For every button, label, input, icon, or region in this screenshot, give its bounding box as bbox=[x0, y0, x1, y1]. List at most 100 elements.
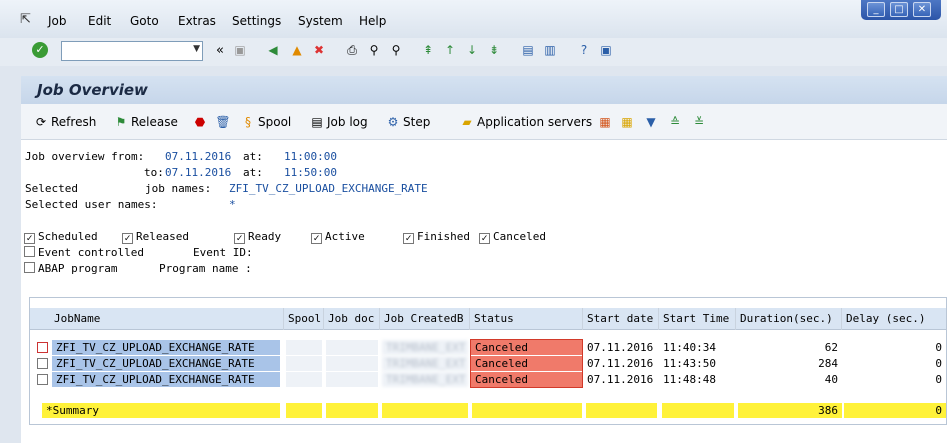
step-button[interactable]: ⚙ Step bbox=[385, 115, 431, 131]
from-label: Job overview from: bbox=[25, 150, 145, 163]
table-cell-created-by: TRIMBANE_EXT bbox=[382, 340, 468, 355]
job-names-label: job names: bbox=[145, 182, 212, 195]
spool-button[interactable]: § Spool bbox=[240, 115, 291, 131]
checkbox-icon: ✓ bbox=[24, 233, 35, 244]
delete-icon[interactable]: 🗑 bbox=[215, 115, 231, 131]
next-page-icon[interactable]: ↓ bbox=[464, 43, 480, 58]
filter-event-controlled[interactable]: Event controlled bbox=[24, 246, 144, 259]
column-header-job-doc[interactable]: Job doc bbox=[324, 308, 380, 330]
filter-released[interactable]: ✓ Released bbox=[122, 230, 189, 244]
refresh-icon: ⟳ bbox=[35, 115, 47, 129]
filter-ready[interactable]: ✓ Ready bbox=[234, 230, 281, 244]
column-header-created-by[interactable]: Job CreatedB bbox=[380, 308, 470, 330]
table-cell-duration: 284 bbox=[818, 357, 838, 370]
sort-ascending-icon[interactable]: ≙ bbox=[667, 115, 683, 131]
release-button[interactable]: ⚑ Release bbox=[113, 115, 178, 131]
checkbox-icon bbox=[24, 262, 35, 273]
save-icon[interactable]: ▣ bbox=[232, 43, 248, 58]
maximize-button[interactable]: □ bbox=[890, 2, 908, 17]
at-label-1: at: bbox=[243, 150, 263, 163]
window-controls: _ □ ✕ bbox=[861, 0, 941, 20]
back-arrows-icon[interactable]: « bbox=[212, 43, 228, 58]
table-cell-status: Canceled bbox=[471, 356, 582, 371]
table-cell-start-date: 07.11.2016 bbox=[587, 341, 654, 354]
table-cell-spool bbox=[286, 340, 322, 355]
table-cell-jobname[interactable]: ZFI_TV_CZ_UPLOAD_EXCHANGE_RATE bbox=[52, 340, 280, 355]
print-icon[interactable]: ⎙ bbox=[344, 43, 360, 58]
chevron-down-icon[interactable]: ▼ bbox=[193, 44, 200, 54]
row-select-checkbox[interactable] bbox=[37, 342, 48, 353]
layout-icon[interactable]: ▦ bbox=[597, 115, 613, 131]
command-field[interactable]: ▼ bbox=[61, 41, 203, 61]
from-time: 11:00:00 bbox=[284, 150, 337, 163]
column-header-start-time[interactable]: Start Time bbox=[659, 308, 736, 330]
job-log-button[interactable]: ▤ Job log bbox=[309, 115, 367, 131]
filter-scheduled[interactable]: ✓ Scheduled bbox=[24, 230, 98, 244]
find-next-icon[interactable]: ⚲ bbox=[388, 43, 404, 58]
menu-goto[interactable]: Goto bbox=[130, 14, 159, 28]
job-log-icon: ▤ bbox=[311, 115, 323, 129]
application-servers-button[interactable]: ▰ Application servers bbox=[459, 115, 592, 131]
close-button[interactable]: ✕ bbox=[913, 2, 931, 17]
menu-job[interactable]: Job bbox=[48, 14, 67, 28]
row-select-checkbox[interactable] bbox=[37, 374, 48, 385]
column-header-spool[interactable]: Spool bbox=[284, 308, 324, 330]
column-header-status[interactable]: Status bbox=[470, 308, 583, 330]
row-select-checkbox[interactable] bbox=[37, 358, 48, 369]
sort-descending-icon[interactable]: ≚ bbox=[691, 115, 707, 131]
table-cell-spool bbox=[286, 372, 322, 387]
table-cell-start-date: 07.11.2016 bbox=[587, 373, 654, 386]
grid-icon[interactable]: ▦ bbox=[619, 115, 635, 131]
from-date: 07.11.2016 bbox=[165, 150, 232, 163]
table-cell-spool bbox=[286, 356, 322, 371]
table-cell-start-date: 07.11.2016 bbox=[587, 357, 654, 370]
summary-cell bbox=[326, 403, 378, 418]
table-cell-start-time: 11:43:50 bbox=[663, 357, 716, 370]
filter-active[interactable]: ✓ Active bbox=[311, 230, 365, 244]
checkbox-icon: ✓ bbox=[234, 233, 245, 244]
previous-page-icon[interactable]: ↑ bbox=[442, 43, 458, 58]
table-cell-jobname[interactable]: ZFI_TV_CZ_UPLOAD_EXCHANGE_RATE bbox=[52, 372, 280, 387]
column-header-delay[interactable]: Delay (sec.) bbox=[842, 308, 946, 330]
exit-icon[interactable]: ▲ bbox=[289, 43, 305, 58]
menu-extras[interactable]: Extras bbox=[178, 14, 216, 28]
menu-help[interactable]: Help bbox=[359, 14, 386, 28]
table-cell-delay: 0 bbox=[935, 341, 942, 354]
help-icon[interactable]: ? bbox=[576, 43, 592, 58]
table-cell-delay: 0 bbox=[935, 357, 942, 370]
enter-checkmark-icon[interactable]: ✓ bbox=[32, 42, 48, 58]
table-cell-jobname[interactable]: ZFI_TV_CZ_UPLOAD_EXCHANGE_RATE bbox=[52, 356, 280, 371]
checkbox-icon: ✓ bbox=[311, 233, 322, 244]
column-header-start-date[interactable]: Start date bbox=[583, 308, 659, 330]
system-menu-icon[interactable]: ⇱ bbox=[20, 12, 36, 27]
filter-abap-program[interactable]: ABAP program bbox=[24, 262, 117, 275]
standard-toolbar: ✓ ▼ « ▣ ◀ ▲ ✖ ⎙ ⚲ ⚲ ⇞ ↑ ↓ ⇟ ▤ ▥ ? ▣ bbox=[0, 38, 947, 66]
shortcut-icon[interactable]: ▥ bbox=[542, 43, 558, 58]
table-cell-created-by: TRIMBANE_EXT bbox=[382, 356, 468, 371]
menu-system[interactable]: System bbox=[298, 14, 343, 28]
to-date: 07.11.2016 bbox=[165, 166, 232, 179]
layout-menu-icon[interactable]: ▣ bbox=[598, 43, 614, 58]
menu-edit[interactable]: Edit bbox=[88, 14, 111, 28]
column-header-jobname[interactable]: JobName bbox=[30, 308, 284, 330]
column-header-duration[interactable]: Duration(sec.) bbox=[736, 308, 842, 330]
last-page-icon[interactable]: ⇟ bbox=[486, 43, 502, 58]
first-page-icon[interactable]: ⇞ bbox=[420, 43, 436, 58]
menu-settings[interactable]: Settings bbox=[232, 14, 281, 28]
stop-icon[interactable]: ⬣ bbox=[192, 115, 208, 131]
event-id-label: Event ID: bbox=[193, 246, 253, 259]
back-icon[interactable]: ◀ bbox=[265, 43, 281, 58]
step-icon: ⚙ bbox=[387, 115, 399, 129]
table-cell-delay: 0 bbox=[935, 373, 942, 386]
filter-finished[interactable]: ✓ Finished bbox=[403, 230, 470, 244]
main-content: Job Overview ⟳ Refresh ⚑ Release ⬣ 🗑 § Spoo… bbox=[21, 76, 947, 443]
minimize-button[interactable]: _ bbox=[867, 2, 885, 17]
find-icon[interactable]: ⚲ bbox=[366, 43, 382, 58]
filter-icon[interactable]: ▼ bbox=[643, 115, 659, 131]
cancel-icon[interactable]: ✖ bbox=[311, 43, 327, 58]
flag-icon: ⚑ bbox=[115, 115, 127, 129]
filter-canceled[interactable]: ✓ Canceled bbox=[479, 230, 546, 244]
new-session-icon[interactable]: ▤ bbox=[520, 43, 536, 58]
title-bar: Job Overview bbox=[21, 76, 947, 104]
refresh-button[interactable]: ⟳ Refresh bbox=[33, 115, 96, 131]
